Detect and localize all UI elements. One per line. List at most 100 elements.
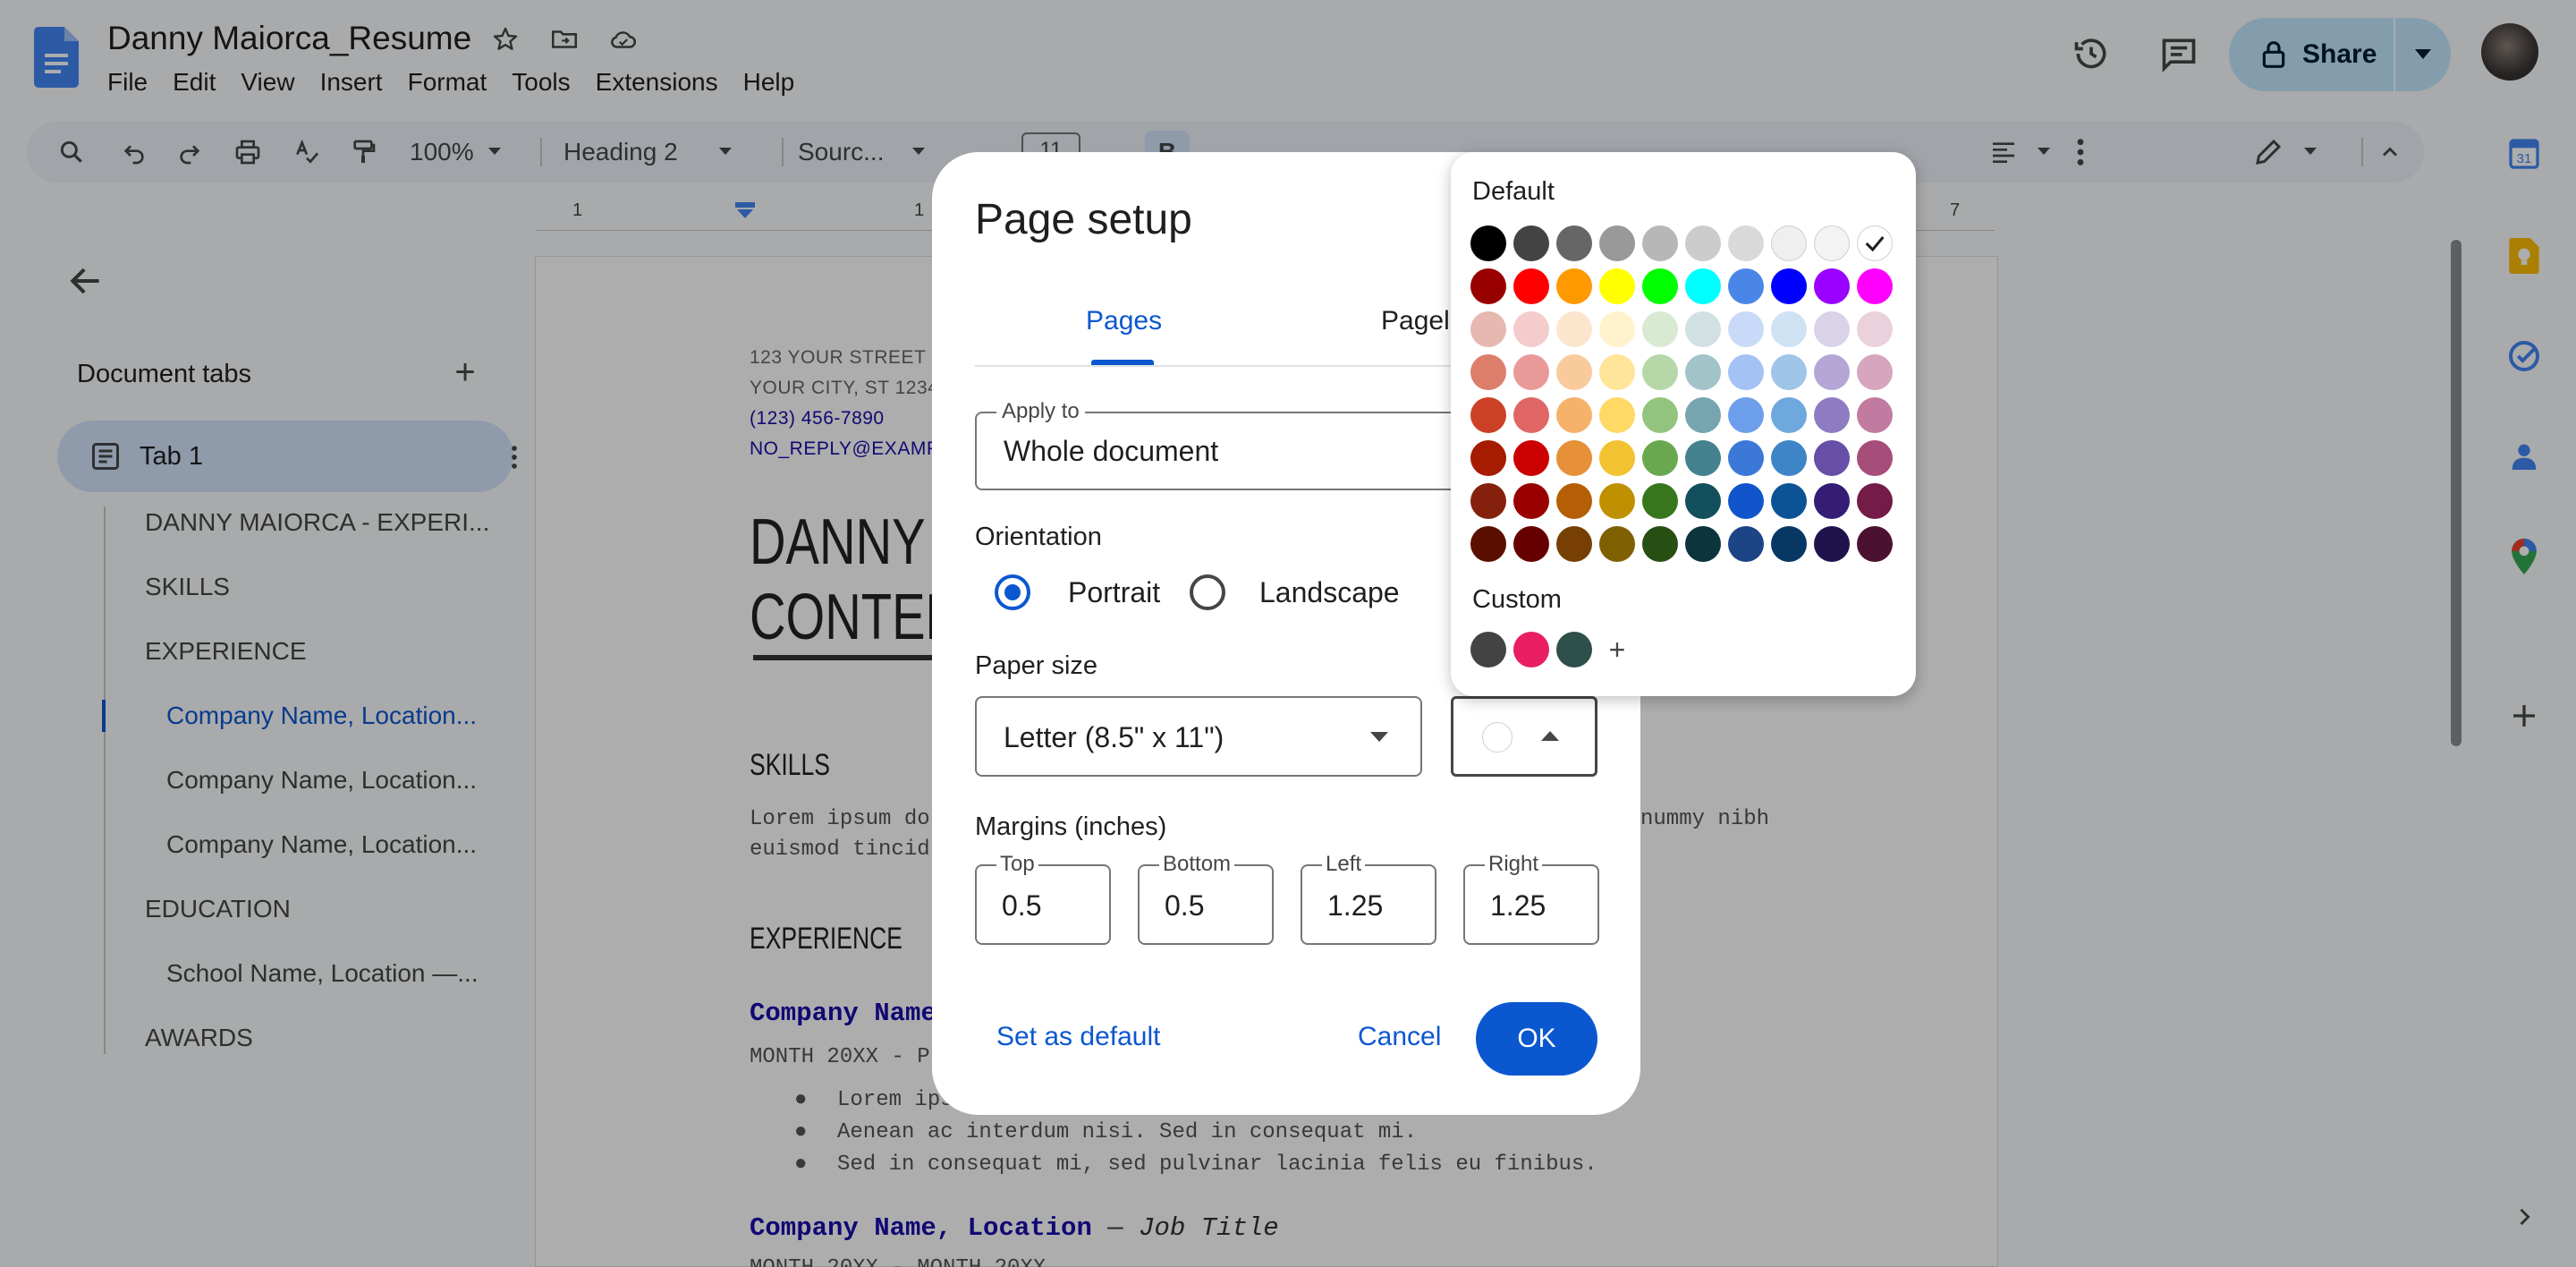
color-swatch[interactable] — [1771, 526, 1807, 562]
color-swatch[interactable] — [1771, 311, 1807, 347]
color-swatch[interactable] — [1814, 483, 1850, 519]
margin-left-field[interactable]: Left 1.25 — [1301, 852, 1436, 945]
margin-bottom-field[interactable]: Bottom 0.5 — [1138, 852, 1274, 945]
color-swatch[interactable] — [1685, 483, 1721, 519]
tab-pageless[interactable]: Pagel — [1381, 306, 1450, 336]
color-swatch[interactable] — [1642, 354, 1678, 390]
color-swatch[interactable] — [1470, 397, 1506, 433]
color-swatch[interactable] — [1685, 526, 1721, 562]
color-swatch[interactable] — [1685, 440, 1721, 476]
color-swatch[interactable] — [1599, 354, 1635, 390]
color-swatch[interactable] — [1599, 483, 1635, 519]
color-swatch[interactable] — [1470, 225, 1506, 261]
color-swatch[interactable] — [1728, 311, 1764, 347]
portrait-radio[interactable] — [995, 574, 1030, 610]
color-swatch[interactable] — [1857, 526, 1893, 562]
ok-button[interactable]: OK — [1476, 1002, 1597, 1076]
margin-top-field[interactable]: Top 0.5 — [975, 852, 1111, 945]
landscape-label[interactable]: Landscape — [1259, 576, 1400, 609]
page-color-select[interactable] — [1451, 696, 1597, 777]
color-swatch[interactable] — [1470, 440, 1506, 476]
color-swatch[interactable] — [1814, 225, 1850, 261]
color-swatch[interactable] — [1728, 397, 1764, 433]
color-swatch[interactable] — [1642, 225, 1678, 261]
color-swatch[interactable] — [1513, 397, 1549, 433]
color-swatch[interactable] — [1771, 268, 1807, 304]
color-swatch[interactable] — [1599, 397, 1635, 433]
color-swatch[interactable] — [1599, 311, 1635, 347]
tab-pages[interactable]: Pages — [1086, 306, 1162, 336]
color-swatch[interactable] — [1513, 225, 1549, 261]
paper-size-select[interactable]: Letter (8.5" x 11") — [975, 696, 1422, 777]
portrait-label[interactable]: Portrait — [1068, 576, 1160, 609]
color-swatch[interactable] — [1513, 440, 1549, 476]
color-swatch[interactable] — [1470, 526, 1506, 562]
color-swatch[interactable] — [1814, 268, 1850, 304]
color-swatch[interactable] — [1771, 225, 1807, 261]
color-swatch[interactable] — [1814, 354, 1850, 390]
color-swatch[interactable] — [1513, 526, 1549, 562]
color-swatch[interactable] — [1857, 440, 1893, 476]
color-swatch[interactable] — [1728, 268, 1764, 304]
color-swatch[interactable] — [1470, 311, 1506, 347]
color-swatch[interactable] — [1556, 268, 1592, 304]
color-swatch[interactable] — [1685, 354, 1721, 390]
color-swatch[interactable] — [1771, 483, 1807, 519]
color-swatch[interactable] — [1642, 268, 1678, 304]
color-swatch[interactable] — [1513, 311, 1549, 347]
color-swatch[interactable] — [1599, 440, 1635, 476]
color-swatch[interactable] — [1814, 397, 1850, 433]
color-swatch[interactable] — [1556, 526, 1592, 562]
color-swatch[interactable] — [1857, 311, 1893, 347]
custom-color-swatch[interactable] — [1513, 632, 1549, 668]
color-swatch[interactable] — [1556, 225, 1592, 261]
color-swatch[interactable] — [1556, 311, 1592, 347]
margin-right-field[interactable]: Right 1.25 — [1463, 852, 1599, 945]
color-swatch[interactable] — [1728, 440, 1764, 476]
color-swatch[interactable] — [1728, 526, 1764, 562]
color-swatch[interactable] — [1470, 483, 1506, 519]
set-as-default-button[interactable]: Set as default — [996, 1022, 1160, 1052]
color-swatch[interactable] — [1857, 225, 1893, 261]
color-swatch[interactable] — [1599, 268, 1635, 304]
color-swatch[interactable] — [1556, 397, 1592, 433]
color-swatch[interactable] — [1642, 311, 1678, 347]
color-swatch[interactable] — [1642, 483, 1678, 519]
color-swatch[interactable] — [1857, 354, 1893, 390]
color-swatch[interactable] — [1599, 225, 1635, 261]
color-swatch[interactable] — [1685, 268, 1721, 304]
color-swatch[interactable] — [1642, 526, 1678, 562]
color-swatch[interactable] — [1513, 354, 1549, 390]
color-swatch[interactable] — [1470, 268, 1506, 304]
color-swatch[interactable] — [1814, 440, 1850, 476]
color-swatch[interactable] — [1857, 397, 1893, 433]
color-swatch[interactable] — [1513, 268, 1549, 304]
color-swatch[interactable] — [1814, 526, 1850, 562]
color-swatch[interactable] — [1857, 483, 1893, 519]
color-swatch[interactable] — [1685, 397, 1721, 433]
color-swatch[interactable] — [1771, 440, 1807, 476]
custom-color-swatch[interactable] — [1556, 632, 1592, 668]
color-swatch[interactable] — [1599, 526, 1635, 562]
color-swatch[interactable] — [1685, 225, 1721, 261]
custom-color-swatch[interactable] — [1470, 632, 1506, 668]
color-swatch[interactable] — [1685, 311, 1721, 347]
color-swatch[interactable] — [1728, 483, 1764, 519]
color-swatch[interactable] — [1728, 225, 1764, 261]
cancel-button[interactable]: Cancel — [1358, 1022, 1441, 1052]
color-swatch[interactable] — [1642, 397, 1678, 433]
color-swatch[interactable] — [1857, 268, 1893, 304]
landscape-radio[interactable] — [1190, 574, 1225, 610]
color-swatch[interactable] — [1771, 397, 1807, 433]
add-custom-color-icon[interactable]: + — [1599, 632, 1635, 668]
color-swatch[interactable] — [1771, 354, 1807, 390]
color-swatch[interactable] — [1642, 440, 1678, 476]
color-swatch[interactable] — [1728, 354, 1764, 390]
color-swatch[interactable] — [1513, 483, 1549, 519]
margin-bottom-label: Bottom — [1159, 852, 1235, 877]
color-swatch[interactable] — [1814, 311, 1850, 347]
color-swatch[interactable] — [1556, 440, 1592, 476]
color-swatch[interactable] — [1556, 354, 1592, 390]
color-swatch[interactable] — [1556, 483, 1592, 519]
color-swatch[interactable] — [1470, 354, 1506, 390]
